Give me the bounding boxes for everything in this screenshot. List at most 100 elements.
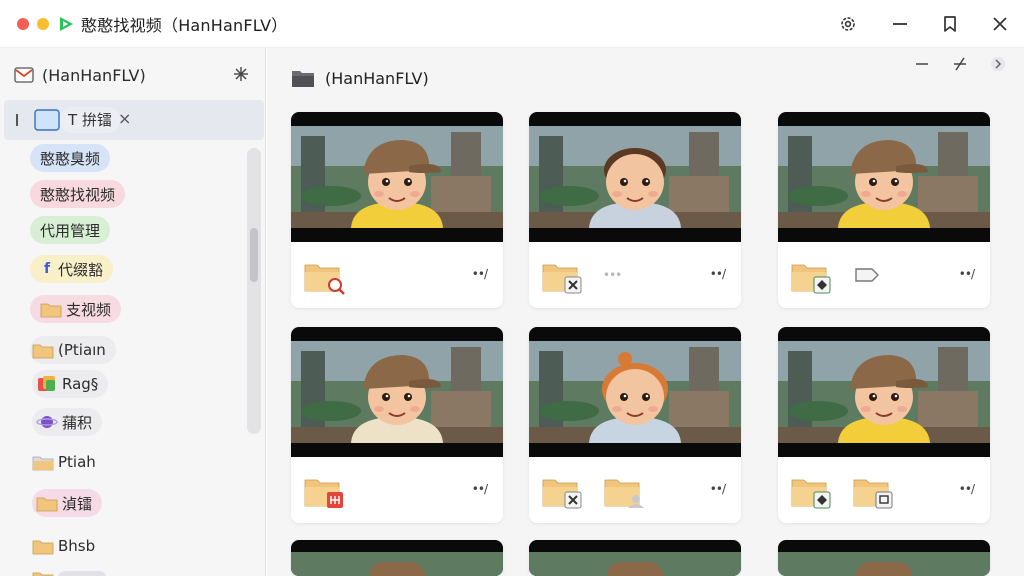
sidebar-item-placeholder [58, 571, 106, 576]
sidebar-item-7[interactable]: Rag§ [32, 370, 109, 398]
card-more-button[interactable]: ••/ [472, 482, 488, 496]
video-thumbnail[interactable] [529, 327, 741, 457]
app-logo-icon [60, 16, 73, 31]
tag-icon[interactable] [852, 257, 896, 295]
sidebar-item-3[interactable]: 代用管理 [30, 216, 111, 244]
video-thumbnail [291, 540, 503, 576]
card-more-button[interactable]: ••/ [959, 267, 975, 281]
title-bar: 憨憨找视频（HanHanFLV） [0, 0, 1024, 48]
sidebar-scroll-thumb[interactable] [250, 228, 258, 282]
sidebar-item-label: 憨憨臭频 [40, 149, 101, 168]
video-thumbnail[interactable] [778, 327, 990, 457]
window-lights [17, 17, 49, 30]
thumbnail-image [778, 341, 990, 443]
video-thumbnail [778, 540, 990, 576]
video-card[interactable]: ••/ [778, 112, 990, 308]
gear-icon [841, 17, 855, 31]
loading-dots: ••• [603, 268, 622, 282]
sidebar-header-label: (HanHanFLV) [42, 65, 146, 85]
remove-icon[interactable]: × [118, 109, 131, 128]
sidebar-item-8[interactable]: 蒱积 [32, 408, 103, 436]
folder-grid-icon[interactable] [303, 472, 347, 510]
folder-icon [40, 303, 62, 318]
video-thumbnail[interactable] [529, 112, 741, 242]
sidebar-item-11[interactable]: Bhsb [30, 532, 105, 560]
folder-x-icon[interactable] [541, 472, 585, 510]
sidebar-item-12[interactable] [30, 564, 116, 576]
sidebar-item-4[interactable]: f 代缀豁 [30, 255, 114, 283]
sidebar-item-label: Rag§ [62, 375, 99, 393]
sidebar-scrollbar[interactable] [247, 148, 261, 434]
mail-icon [14, 67, 34, 83]
video-thumbnail[interactable] [291, 327, 503, 457]
folder-image-icon[interactable] [852, 472, 896, 510]
sidebar-item-active-label: T 拚镭 [60, 107, 120, 133]
settings-button[interactable] [836, 12, 860, 36]
edit-button[interactable] [949, 54, 971, 74]
minimize-button[interactable] [888, 12, 912, 36]
video-card[interactable]: ••/ [291, 112, 503, 308]
folder-icon [32, 456, 54, 471]
sidebar-item-label: (Ptiaın [58, 341, 106, 359]
folder-icon [36, 497, 58, 512]
planet-icon [36, 416, 58, 428]
folder-search-icon[interactable] [303, 257, 347, 295]
thumbnail-image [291, 341, 503, 443]
sidebar-item-label: Ptiah [58, 453, 96, 471]
sidebar-item-active[interactable]: T 拚镭 × [4, 100, 264, 140]
sidebar: (HanHanFLV) T 拚镭 × 憨憨臭频 憨憨找视频 代用管理 f 代缀豁… [0, 48, 266, 576]
sidebar-item-label: 代缀豁 [58, 260, 104, 279]
sidebar-item-1[interactable]: 憨憨臭频 [30, 144, 111, 172]
close-light[interactable] [17, 17, 29, 30]
sidebar-item-5[interactable]: 支视频 [30, 295, 122, 323]
collapse-button[interactable] [911, 54, 933, 74]
folder-diamond-icon[interactable] [790, 472, 834, 510]
folder-icon [32, 344, 54, 359]
folder-tab-icon [34, 109, 60, 131]
minimize-light[interactable] [37, 17, 49, 30]
forward-button[interactable] [987, 54, 1009, 74]
video-thumbnail[interactable] [778, 112, 990, 242]
folder-icon [32, 572, 54, 576]
sidebar-item-9[interactable]: Ptiah [30, 448, 106, 476]
main-header: (HanHanFLV) [291, 64, 429, 92]
video-thumbnail[interactable] [291, 112, 503, 242]
card-more-button[interactable]: ••/ [472, 267, 488, 281]
video-card[interactable]: ••/ [778, 327, 990, 523]
main-content: (HanHanFLV) ••/ ••• ••/ ••/ ••/ ••/ ••/ [267, 48, 1024, 576]
bookmark-button[interactable] [938, 12, 962, 36]
folder-icon [292, 71, 314, 87]
card-more-button[interactable]: ••/ [959, 482, 975, 496]
sidebar-item-label: 代用管理 [40, 221, 101, 240]
video-card-partial[interactable] [291, 540, 503, 576]
folder-user-icon[interactable] [603, 472, 647, 510]
folder-x-icon[interactable] [541, 257, 585, 295]
sidebar-item-6[interactable]: (Ptiaın [30, 336, 116, 364]
bookmark-icon [944, 16, 956, 32]
window-title: 憨憨找视频（HanHanFLV） [81, 15, 288, 35]
arrow-right-icon [991, 57, 1005, 71]
sidebar-item-label: Bhsb [58, 537, 96, 555]
video-card-partial[interactable] [778, 540, 990, 576]
sidebar-item-label: 蒱积 [62, 413, 93, 432]
card-more-button[interactable]: ••/ [710, 482, 726, 496]
sidebar-header: (HanHanFLV) [14, 62, 254, 88]
sidebar-item-label: 支视频 [66, 300, 112, 319]
pin-icon[interactable] [232, 65, 250, 83]
close-button[interactable] [988, 12, 1012, 36]
sidebar-item-10[interactable]: 湞镭 [32, 489, 103, 517]
thumbnail-image [291, 126, 503, 228]
close-icon [993, 17, 1007, 31]
video-card[interactable]: ••/ [291, 327, 503, 523]
pen-icon [954, 57, 966, 71]
thumbnail-image [778, 126, 990, 228]
thumbnail-image [529, 341, 741, 443]
card-more-button[interactable]: ••/ [710, 267, 726, 281]
sidebar-item-2[interactable]: 憨憨找视频 [30, 180, 126, 208]
video-card[interactable]: ••• ••/ [529, 112, 741, 308]
video-card-partial[interactable] [529, 540, 741, 576]
video-card[interactable]: ••/ [529, 327, 741, 523]
minus-icon [893, 23, 907, 25]
sidebar-item-label: 憨憨找视频 [40, 185, 116, 204]
folder-diamond-icon[interactable] [790, 257, 834, 295]
